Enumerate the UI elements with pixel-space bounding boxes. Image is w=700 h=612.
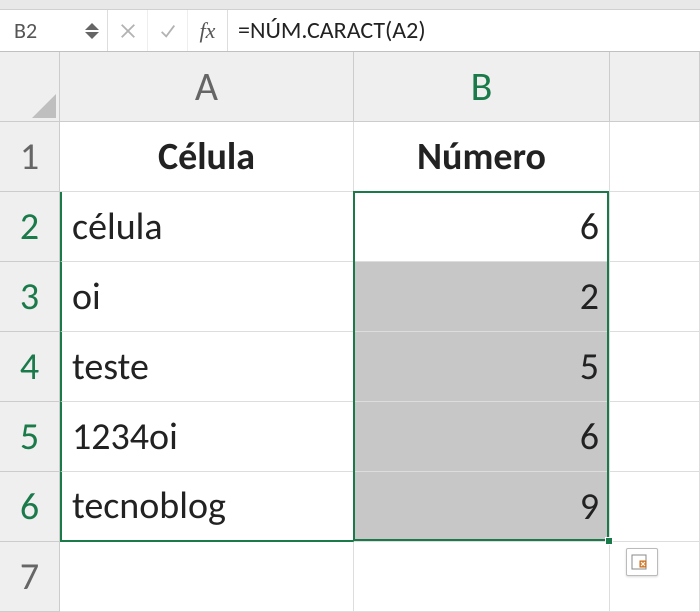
cell-B1[interactable]: Número bbox=[354, 122, 610, 192]
spinner-down-icon bbox=[85, 32, 99, 39]
select-all-corner[interactable] bbox=[0, 52, 60, 122]
accept-button[interactable] bbox=[148, 10, 188, 51]
column-header-A[interactable]: A bbox=[60, 52, 354, 122]
row-headers: 1234567 bbox=[0, 122, 60, 612]
ribbon-edge bbox=[0, 0, 700, 10]
cell-A7[interactable] bbox=[60, 542, 354, 612]
name-box-dropdown[interactable] bbox=[85, 23, 99, 39]
row-header-4[interactable]: 4 bbox=[0, 332, 60, 402]
cell-B3[interactable]: 2 bbox=[354, 262, 610, 332]
spinner-up-icon bbox=[85, 23, 99, 30]
column-header-C[interactable] bbox=[610, 52, 700, 122]
row-header-7[interactable]: 7 bbox=[0, 542, 60, 612]
fx-icon: fx bbox=[200, 18, 216, 44]
row-header-1[interactable]: 1 bbox=[0, 122, 60, 192]
row-header-2[interactable]: 2 bbox=[0, 192, 60, 262]
cell-A3[interactable]: oi bbox=[60, 262, 354, 332]
cell-B7[interactable] bbox=[354, 542, 610, 612]
column-header-B[interactable]: B bbox=[354, 52, 610, 122]
cell-C6[interactable] bbox=[610, 472, 700, 542]
autofill-icon bbox=[631, 552, 653, 572]
cell-B4[interactable]: 5 bbox=[354, 332, 610, 402]
cells-container: CélulaNúmerocélula6oi2teste51234oi6tecno… bbox=[60, 122, 700, 612]
row-header-5[interactable]: 5 bbox=[0, 402, 60, 472]
name-box[interactable]: B2 bbox=[0, 10, 108, 51]
formula-input[interactable] bbox=[228, 10, 700, 51]
check-icon bbox=[159, 22, 177, 40]
name-box-value: B2 bbox=[14, 17, 85, 44]
cell-A2[interactable]: célula bbox=[60, 192, 354, 262]
formula-bar: B2 fx bbox=[0, 10, 700, 52]
cancel-button[interactable] bbox=[108, 10, 148, 51]
fill-handle[interactable] bbox=[605, 537, 613, 545]
cell-C4[interactable] bbox=[610, 332, 700, 402]
cell-A5[interactable]: 1234oi bbox=[60, 402, 354, 472]
insert-function-button[interactable]: fx bbox=[188, 10, 228, 51]
cell-C1[interactable] bbox=[610, 122, 700, 192]
cell-C2[interactable] bbox=[610, 192, 700, 262]
x-icon bbox=[119, 22, 137, 40]
cell-B2[interactable]: 6 bbox=[354, 192, 610, 262]
row-header-6[interactable]: 6 bbox=[0, 472, 60, 542]
autofill-options-button[interactable] bbox=[626, 548, 658, 576]
cell-C5[interactable] bbox=[610, 402, 700, 472]
cell-B5[interactable]: 6 bbox=[354, 402, 610, 472]
cell-A1[interactable]: Célula bbox=[60, 122, 354, 192]
cell-A6[interactable]: tecnoblog bbox=[60, 472, 354, 542]
cell-C3[interactable] bbox=[610, 262, 700, 332]
cell-A4[interactable]: teste bbox=[60, 332, 354, 402]
cell-B6[interactable]: 9 bbox=[354, 472, 610, 542]
column-headers: AB bbox=[60, 52, 700, 122]
row-header-3[interactable]: 3 bbox=[0, 262, 60, 332]
